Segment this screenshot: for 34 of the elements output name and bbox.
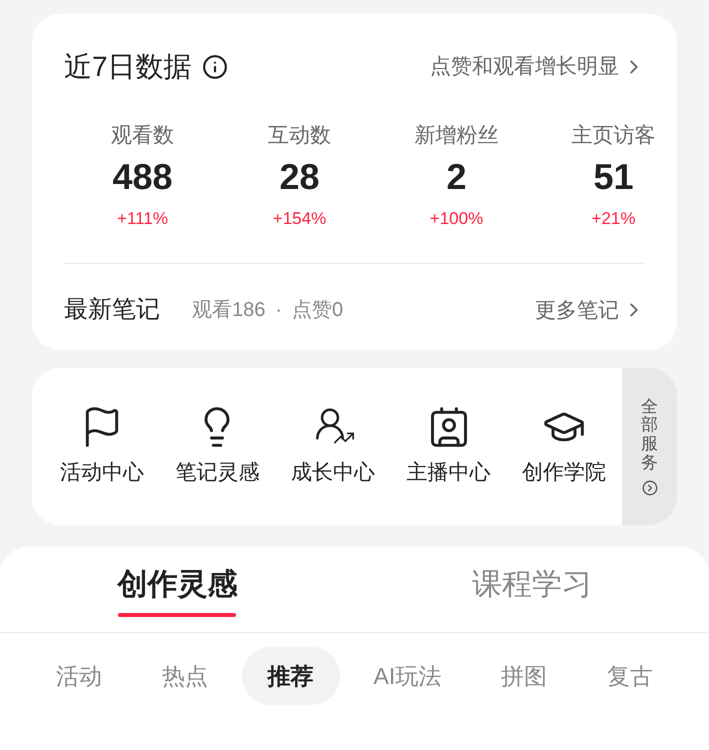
stat-value: 51 (593, 154, 634, 198)
separator: · (275, 298, 282, 324)
stat-label: 观看数 (111, 123, 174, 149)
stat-change: +154% (272, 208, 326, 230)
sub-tab[interactable]: 推荐 (242, 647, 340, 706)
stat-label: 主页访客 (572, 123, 656, 149)
stat-change: +100% (430, 208, 484, 230)
stat-change: +111% (117, 208, 168, 230)
latest-title: 最新笔记 (64, 295, 160, 326)
card-title: 近7日数据 (64, 50, 192, 84)
stat-change: +21% (592, 208, 636, 230)
service-item[interactable]: 笔记灵感 (175, 405, 260, 489)
stat-value: 488 (112, 154, 173, 198)
tab[interactable]: 课程学习 (354, 547, 709, 632)
service-item[interactable]: 创作学院 (522, 405, 606, 489)
tab[interactable]: 创作灵感 (0, 547, 354, 632)
info-icon[interactable] (202, 54, 228, 80)
sub-tab[interactable]: 拼图 (475, 647, 574, 706)
all-services-button[interactable]: 全部服务 (622, 368, 677, 526)
latest-likes: 点赞0 (292, 298, 344, 324)
service-item[interactable]: 主播中心 (406, 405, 491, 489)
sub-tab[interactable]: 复古 (580, 647, 679, 706)
service-item[interactable]: 活动中心 (60, 405, 144, 489)
sub-tab[interactable]: 热点 (136, 647, 234, 706)
sub-tab[interactable]: AI玩法 (348, 647, 468, 706)
latest-views: 观看186 (192, 298, 266, 324)
stat-label: 新增粉丝 (414, 123, 498, 149)
hint-link[interactable]: 点赞和观看增长明显 (430, 51, 645, 83)
stat-label: 互动数 (268, 123, 331, 149)
service-item[interactable]: 成长中心 (290, 405, 375, 489)
sub-tab[interactable]: 活动 (30, 647, 128, 706)
more-notes-link[interactable]: 更多笔记 (535, 294, 645, 326)
stat-value: 28 (279, 154, 320, 198)
stat-value: 2 (446, 154, 467, 198)
